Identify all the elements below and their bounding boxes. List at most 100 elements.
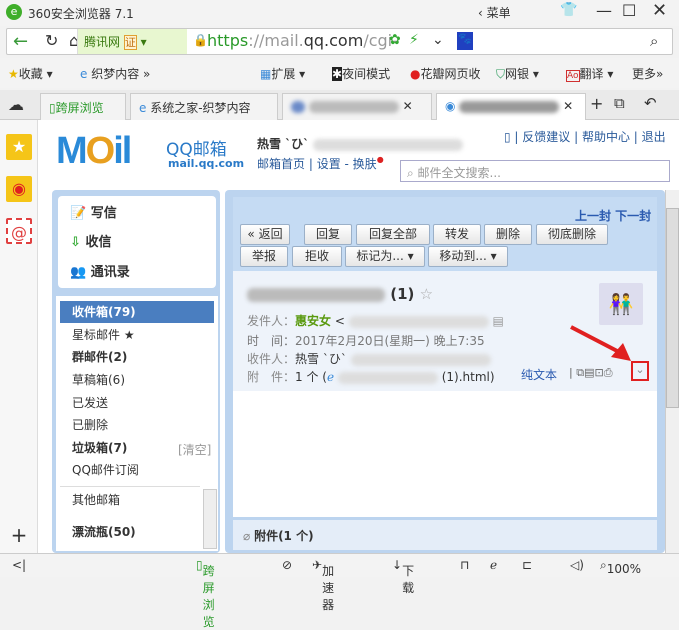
settings-link[interactable]: 设置 [317,157,341,171]
bookmark-label: 夜间模式 [342,67,391,81]
tab-cross-screen[interactable]: ▯跨屏浏览 [40,93,126,120]
more-details-icon[interactable]: ⌄ [631,361,649,381]
folder-other[interactable]: 其他邮箱 [60,489,200,511]
search-icon[interactable]: ⌕ [650,32,658,50]
folder-group[interactable]: 群邮件(2) [60,346,214,368]
folder-sent[interactable]: 已发送 [60,392,214,414]
dropdown-icon[interactable]: ⌄ [432,32,444,48]
reply-all-button[interactable]: 回复全部 [356,224,430,245]
bookmark-zhimeng[interactable]: e 织梦内容 » [80,65,150,82]
nav-scrollbar[interactable] [203,489,217,549]
extensions-button[interactable]: ▦扩展 ▾ [260,65,305,82]
logout-link[interactable]: 退出 [642,130,666,144]
contacts-button[interactable]: 👥 通讯录 [70,261,130,280]
recipient-row: 收件人：热雪 `ひ` [247,350,491,367]
tool-icon[interactable]: ⊏ [522,558,532,572]
cross-screen-button[interactable]: ▯ 跨屏浏览 [196,558,215,629]
mail-subject: (1) ☆ [247,285,433,303]
search-engine-icon[interactable]: 🐾 [457,32,473,50]
download-icon[interactable]: ⊡ [594,366,603,379]
contact-card-icon[interactable]: ▤ [493,314,504,328]
close-button[interactable]: ✕ [652,0,667,21]
folder-subscriptions[interactable]: QQ邮件订阅 [60,459,214,481]
mail-header: (1) ☆ 发件人：惠安女 < ▤ 时 间：2017年2月20日(星期一) 晚上… [233,271,657,391]
refresh-button[interactable]: ↻ [45,31,58,50]
bank-button[interactable]: ⛉网银 ▾ [496,65,539,82]
scrollbar-thumb[interactable] [666,208,679,408]
star-icon[interactable]: ☆ [420,285,433,303]
add-icon[interactable]: + [6,522,32,548]
attachments-bar: ⌀ 附件(1 个) [233,520,657,550]
speed-icon[interactable]: ⚡ [409,32,419,48]
delete-permanently-button[interactable]: 彻底删除 [536,224,608,245]
back-button[interactable]: « 返回 [240,224,290,245]
mail-search-input[interactable]: ⌕ 邮件全文搜索... [400,160,670,182]
help-link[interactable]: 帮助中心 [582,130,630,144]
huaban-button[interactable]: ●花瓣网页收 [410,65,481,82]
prev-next-links[interactable]: 上一封 下一封 [575,207,651,224]
tab-qqmail[interactable]: ◉ ✕ [436,93,586,120]
ie-icon[interactable]: ℯ [490,558,497,572]
star-icon[interactable]: ★ [6,134,32,160]
collapse-sidebar-icon[interactable]: <| [12,558,26,572]
folder-starred[interactable]: 星标邮件 ★ [60,324,214,346]
folder-inbox[interactable]: 收件箱(79) [60,301,214,323]
download-button[interactable]: ↓ 下载 [392,558,414,595]
sound-icon[interactable]: ◁) [570,558,584,572]
secure-icon[interactable]: ✿ [389,32,401,48]
report-button[interactable]: 举报 [240,246,288,267]
weibo-icon[interactable]: ◉ [6,176,32,202]
tab-list-icon[interactable]: ⧉ [614,94,625,112]
maximize-button[interactable]: ☐ [622,1,636,20]
attachments-title: 附件(1 个) [254,529,314,543]
folder-bottle[interactable]: 漂流瓶(50) [60,521,200,543]
back-button[interactable]: ← [13,31,28,52]
screenshot-icon[interactable]: ⊓ [460,558,469,572]
mark-as-dropdown[interactable]: 标记为... ▾ [345,246,425,267]
receive-button[interactable]: ⇩ 收信 [70,231,111,250]
reply-button[interactable]: 回复 [304,224,352,245]
attachment-count: 1 个 ( [295,370,327,384]
recipient-label: 收件人： [247,352,296,366]
undo-close-icon[interactable]: ↶ [644,94,657,112]
new-tab-button[interactable]: + [590,94,603,113]
mail-icon[interactable]: @ [6,218,32,244]
accelerator-button[interactable]: ✈ 加速器 [312,558,334,612]
tab-blurred[interactable]: ✕ [282,93,432,120]
reject-button[interactable]: 拒收 [292,246,342,267]
home-link[interactable]: 邮箱首页 [257,157,305,171]
night-mode-button[interactable]: ✱夜间模式 [332,65,390,82]
compose-button[interactable]: 📝 写信 [70,202,117,221]
translate-button[interactable]: Ao翻译 ▾ [566,65,613,82]
more-button[interactable]: 更多» [632,65,663,82]
plain-text-link[interactable]: 纯文本 [521,366,557,383]
sender-name[interactable]: 惠安女 [295,314,331,328]
skin-link[interactable]: 换肤 [353,157,377,171]
bookmark-favorites[interactable]: ★收藏 ▾ [8,65,53,82]
clear-spam-link[interactable]: [清空] [178,441,211,458]
feature-icon[interactable]: ⊘ [282,558,292,572]
feedback-link[interactable]: 反馈建议 [522,130,570,144]
forward-button[interactable]: 转发 [433,224,481,245]
move-to-dropdown[interactable]: 移动到... ▾ [428,246,508,267]
search-input[interactable] [477,29,657,54]
page-scrollbar[interactable] [665,190,679,553]
minimize-button[interactable]: — [596,1,612,20]
menu-button[interactable]: ‹ 菜单 [478,4,511,21]
tab-zhimeng[interactable]: e 系统之家-织梦内容 [130,93,278,120]
folder-deleted[interactable]: 已删除 [60,414,214,436]
print-icon[interactable]: ⎙ [604,366,613,379]
browser-logo-icon: e [6,4,22,20]
qqmail-logo[interactable]: MOil [56,130,132,173]
note-icon[interactable]: ▤ [584,366,594,379]
new-window-icon[interactable]: ⧉ [576,366,584,379]
url-input[interactable]: https://mail.qq.com/cgi- [207,31,398,50]
cloud-icon[interactable]: ☁ [8,95,24,114]
folder-drafts[interactable]: 草稿箱(6) [60,369,214,391]
zoom-control[interactable]: ⌕ 100% [600,558,641,576]
sender-avatar[interactable]: 👫 [599,283,643,325]
attachment-file[interactable]: (1).html) [442,370,495,384]
delete-button[interactable]: 删除 [484,224,532,245]
skin-icon[interactable]: 👕 [560,2,577,18]
site-identity[interactable]: 腾讯网 证 ▾ [77,29,187,54]
